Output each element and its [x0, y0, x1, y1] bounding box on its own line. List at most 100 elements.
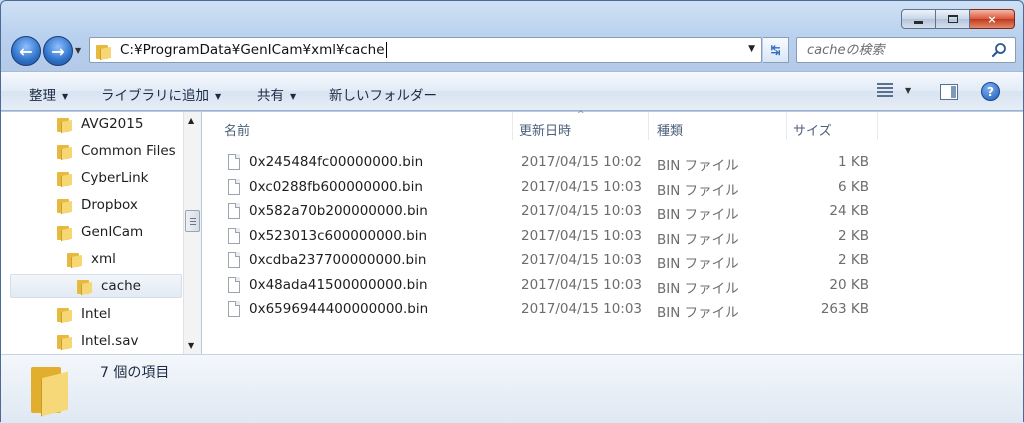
- item-count: 7 個の項目: [100, 365, 170, 381]
- minimize-icon: [914, 20, 923, 24]
- chevron-down-icon: ▼: [290, 91, 297, 101]
- file-name: 0x523013c600000000.bin: [249, 228, 428, 244]
- forward-button[interactable]: →: [43, 36, 73, 66]
- navigation-scrollbar[interactable]: ▲ ▼: [183, 112, 201, 354]
- file-name: 0xcdba237700000000.bin: [249, 252, 427, 268]
- file-date: 2017/04/15 10:03: [521, 179, 643, 195]
- tree-item-xml[interactable]: xml: [67, 247, 116, 271]
- file-row[interactable]: 0xcdba237700000000.bin 2017/04/15 10:03 …: [202, 248, 1023, 272]
- address-bar[interactable]: C:¥ProgramData¥GenICam¥xml¥cache ▼: [89, 37, 762, 63]
- file-row[interactable]: 0x48ada41500000000.bin 2017/04/15 10:03 …: [202, 273, 1023, 297]
- tree-item-common-files[interactable]: Common Files: [57, 139, 176, 163]
- minimize-button[interactable]: [901, 9, 936, 29]
- tree-item-cyberlink[interactable]: CyberLink: [57, 166, 149, 190]
- search-input[interactable]: [807, 42, 987, 58]
- file-date: 2017/04/15 10:03: [521, 228, 643, 244]
- file-name: 0x245484fc00000000.bin: [249, 154, 424, 170]
- search-icon[interactable]: [991, 42, 1007, 62]
- file-icon: [228, 228, 240, 244]
- organize-label: 整理: [29, 88, 56, 104]
- back-button[interactable]: ←: [11, 36, 41, 66]
- organize-menu[interactable]: 整理 ▼: [29, 84, 68, 104]
- new-folder-button[interactable]: 新しいフォルダー: [329, 84, 437, 104]
- file-size: 2 KB: [838, 252, 869, 268]
- column-divider[interactable]: [877, 112, 878, 140]
- file-type: BIN ファイル: [657, 281, 739, 297]
- file-icon: [228, 277, 240, 293]
- address-path[interactable]: C:¥ProgramData¥GenICam¥xml¥cache: [120, 42, 385, 58]
- add-to-library-menu[interactable]: ライブラリに追加 ▼: [101, 84, 221, 104]
- folder-icon: [67, 251, 81, 267]
- new-folder-label: 新しいフォルダー: [329, 88, 437, 104]
- tree-item-label: GenICam: [81, 224, 144, 240]
- tree-item-cache[interactable]: cache: [10, 274, 182, 298]
- caption-buttons: ×: [901, 9, 1015, 29]
- command-bar: 整理 ▼ ライブラリに追加 ▼ 共有 ▼ 新しいフォルダー ▼ ?: [1, 71, 1023, 111]
- file-type: BIN ファイル: [657, 183, 739, 199]
- text-caret: [385, 42, 387, 58]
- column-header-size[interactable]: サイズ: [793, 120, 832, 139]
- file-name: 0xc0288fb600000000.bin: [249, 179, 423, 195]
- maximize-button[interactable]: [936, 9, 970, 29]
- refresh-button[interactable]: ↹: [763, 37, 789, 63]
- change-view-button[interactable]: ▼: [877, 83, 911, 97]
- file-type: BIN ファイル: [657, 232, 739, 248]
- tree-item-avg2015[interactable]: AVG2015: [57, 112, 143, 136]
- file-date: 2017/04/15 10:03: [521, 277, 643, 293]
- scroll-down-icon[interactable]: ▼: [188, 341, 194, 350]
- add-to-library-label: ライブラリに追加: [101, 88, 209, 104]
- tree-item-label: Dropbox: [81, 197, 138, 213]
- refresh-icon: ↹: [770, 43, 781, 57]
- share-menu[interactable]: 共有 ▼: [257, 84, 296, 104]
- file-name: 0x48ada41500000000.bin: [249, 277, 428, 293]
- details-view-icon: [877, 83, 893, 97]
- help-button[interactable]: ?: [981, 82, 1000, 101]
- file-row[interactable]: 0x245484fc00000000.bin 2017/04/15 10:02 …: [202, 150, 1023, 174]
- tree-item-intel[interactable]: Intel: [57, 302, 111, 326]
- tree-item-intel-sav[interactable]: Intel.sav: [57, 329, 138, 353]
- column-divider[interactable]: [648, 112, 649, 140]
- close-button[interactable]: ×: [970, 9, 1015, 29]
- tree-item-label: Intel: [81, 306, 111, 322]
- navigation-pane: AVG2015 Common Files CyberLink Dropbox G…: [1, 112, 201, 354]
- recent-pages-dropdown-icon[interactable]: ▼: [75, 46, 81, 55]
- column-header-type[interactable]: 種類: [657, 120, 683, 139]
- column-divider[interactable]: [512, 112, 513, 140]
- file-icon: [228, 203, 240, 219]
- file-icon: [228, 301, 240, 317]
- file-name: 0x6596944400000000.bin: [249, 301, 429, 317]
- tree-item-dropbox[interactable]: Dropbox: [57, 193, 138, 217]
- preview-pane-button[interactable]: [940, 84, 958, 100]
- column-header-name[interactable]: 名前: [224, 120, 250, 139]
- tree-item-label: Common Files: [81, 143, 176, 159]
- column-header-date[interactable]: 更新日時: [519, 120, 571, 139]
- column-divider[interactable]: [786, 112, 787, 140]
- chevron-down-icon: ▼: [215, 91, 222, 101]
- file-icon: [228, 179, 240, 195]
- folder-icon: [57, 170, 71, 186]
- scrollbar-thumb[interactable]: [185, 210, 200, 232]
- scroll-up-icon[interactable]: ▲: [188, 116, 194, 125]
- file-row[interactable]: 0x6596944400000000.bin 2017/04/15 10:03 …: [202, 297, 1023, 321]
- explorer-window: × ← → ▼ C:¥ProgramData¥GenICam¥xml¥cache…: [0, 0, 1024, 423]
- file-date: 2017/04/15 10:03: [521, 203, 643, 219]
- address-history-dropdown-icon[interactable]: ▼: [748, 44, 755, 54]
- file-row[interactable]: 0xc0288fb600000000.bin 2017/04/15 10:03 …: [202, 175, 1023, 199]
- folder-icon: [96, 43, 110, 59]
- tree-item-label: Intel.sav: [81, 333, 139, 349]
- folder-icon: [57, 306, 71, 322]
- share-label: 共有: [257, 88, 284, 104]
- file-list: 名前 ^ 更新日時 種類 サイズ 0x245484fc00000000.bin …: [202, 110, 1023, 354]
- folder-icon: [57, 116, 71, 132]
- arrow-right-icon: →: [51, 41, 65, 61]
- tree-item-label: cache: [101, 278, 141, 294]
- file-type: BIN ファイル: [657, 305, 739, 321]
- file-type: BIN ファイル: [657, 256, 739, 272]
- file-row[interactable]: 0x582a70b200000000.bin 2017/04/15 10:03 …: [202, 199, 1023, 223]
- tree-item-genicam[interactable]: GenICam: [57, 220, 143, 244]
- search-box[interactable]: [796, 37, 1016, 63]
- close-icon: ×: [987, 12, 997, 26]
- chevron-down-icon: ▼: [62, 91, 69, 101]
- folder-icon: [31, 365, 69, 415]
- file-row[interactable]: 0x523013c600000000.bin 2017/04/15 10:03 …: [202, 224, 1023, 248]
